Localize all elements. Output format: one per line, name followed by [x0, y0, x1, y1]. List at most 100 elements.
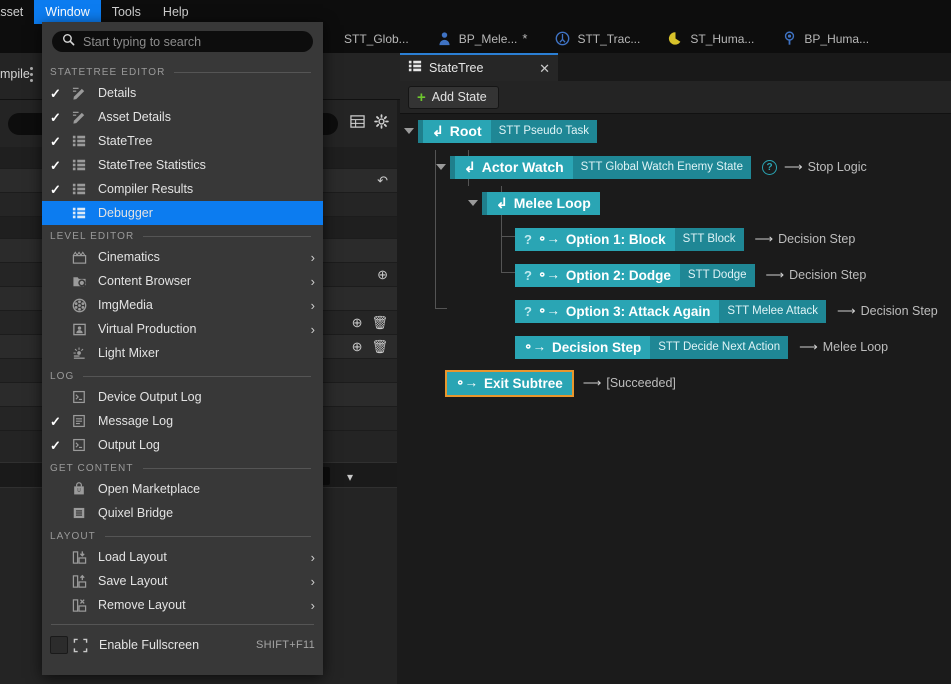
chevron-right-icon: ›: [310, 297, 315, 313]
menu-item-debugger[interactable]: Debugger: [42, 201, 323, 225]
state-transition[interactable]: ? ⟶ Stop Logic: [762, 159, 867, 175]
reset-icon[interactable]: ↶: [377, 174, 388, 187]
state-node-option-2-dodge[interactable]: ? ∘→ Option 2: Dodge STT Dodge: [515, 263, 755, 287]
details-pencil-icon: [72, 110, 98, 125]
menu-item-message-log[interactable]: ✓ Message Log: [42, 409, 323, 433]
state-node-option-3-attack-again[interactable]: ? ∘→ Option 3: Attack Again STT Melee At…: [515, 299, 826, 323]
add-element-icon[interactable]: ⊕: [352, 316, 363, 329]
menu-item-asset-details[interactable]: ✓ Asset Details: [42, 105, 323, 129]
asset-tab[interactable]: STT_Trac...: [541, 24, 654, 53]
menu-item-content-browser[interactable]: Content Browser ›: [42, 269, 323, 293]
menu-section-rule: [174, 72, 311, 73]
state-name-box: ? ∘→ Option 1: Block: [515, 227, 675, 251]
menubar-item-tools[interactable]: Tools: [101, 0, 152, 24]
menu-item-quixel-bridge[interactable]: Quixel Bridge: [42, 501, 323, 525]
asset-tab-label: BP_Huma...: [804, 31, 870, 46]
add-element-icon[interactable]: ⊕: [377, 268, 388, 281]
tree-row[interactable]: ? ∘→ Option 1: Block STT Block ⟶ Decisio…: [515, 227, 855, 251]
expand-caret-icon[interactable]: [436, 164, 446, 170]
menu-item-shortcut: SHIFT+F11: [255, 639, 315, 651]
menu-item-compiler-results[interactable]: ✓ Compiler Results: [42, 177, 323, 201]
menubar-item-window[interactable]: Window: [34, 0, 101, 24]
menubar-item-help[interactable]: Help: [152, 0, 200, 24]
arrow-right-icon: ⟶: [582, 375, 602, 390]
table-view-icon[interactable]: [350, 114, 365, 134]
menubar-item-asset[interactable]: Asset: [0, 0, 34, 24]
fullscreen-checkbox[interactable]: [50, 636, 68, 654]
menu-item-label: Content Browser: [98, 274, 192, 288]
tree-row[interactable]: ∘→ Exit Subtree ⟶ [Succeeded]: [445, 369, 676, 397]
menu-item-label: StateTree Statistics: [98, 158, 206, 172]
delete-icon[interactable]: 🗑: [371, 316, 388, 329]
menu-item-remove-layout[interactable]: Remove Layout ›: [42, 593, 323, 617]
settings-gear-icon[interactable]: [374, 114, 389, 134]
state-transition[interactable]: ⟶ Decision Step: [837, 303, 938, 319]
statetree-icon: [72, 134, 98, 148]
asset-tab-label: STT_Glob...: [344, 31, 409, 46]
search-icon: [62, 33, 75, 51]
tree-row[interactable]: ↲ Melee Loop: [468, 191, 600, 215]
asset-tab[interactable]: ST_Huma...: [654, 24, 768, 53]
tab-statetree-label: StateTree: [429, 61, 484, 75]
menu-item-details[interactable]: ✓ Details: [42, 81, 323, 105]
asset-tab[interactable]: STT_Glob...: [330, 24, 423, 53]
tree-guide-line: [435, 308, 447, 309]
menu-item-device-output-log[interactable]: Device Output Log: [42, 385, 323, 409]
tree-row[interactable]: ↲ Actor Watch STT Global Watch Enemy Sta…: [436, 155, 867, 179]
statetree-icon: [72, 182, 98, 196]
menu-section-rule: [104, 536, 311, 537]
menu-item-open-marketplace[interactable]: U Open Marketplace: [42, 477, 323, 501]
remove-layout-icon: [72, 598, 98, 613]
expand-caret-icon[interactable]: [468, 200, 478, 206]
menu-section-statetree-editor: STATETREE EDITOR: [42, 63, 323, 81]
state-name-box: ? ∘→ Option 2: Dodge: [515, 263, 680, 287]
statetree-icon: [72, 158, 98, 172]
asset-tab[interactable]: BP_Mele... *: [423, 24, 542, 53]
state-transition[interactable]: ⟶ [Succeeded]: [583, 375, 676, 391]
toolbar-overflow-icon[interactable]: [30, 67, 34, 85]
tree-row[interactable]: ∘→ Decision Step STT Decide Next Action …: [515, 335, 888, 359]
state-node-actor-watch[interactable]: ↲ Actor Watch STT Global Watch Enemy Sta…: [450, 155, 752, 179]
menu-item-load-layout[interactable]: Load Layout ›: [42, 545, 323, 569]
tab-statetree[interactable]: StateTree ✕: [400, 53, 558, 81]
menu-item-statetree[interactable]: ✓ StateTree: [42, 129, 323, 153]
close-icon[interactable]: ✕: [539, 62, 550, 75]
expand-caret-icon[interactable]: [404, 128, 414, 134]
arrow-right-icon: ⟶: [754, 231, 774, 246]
state-transition[interactable]: ⟶ Melee Loop: [799, 339, 888, 355]
state-node-root[interactable]: ↲ Root STT Pseudo Task: [418, 119, 597, 143]
menu-item-label: Asset Details: [98, 110, 171, 124]
statetree-canvas[interactable]: ↲ Root STT Pseudo Task ↲ Actor Watch STT…: [400, 114, 951, 684]
tree-row[interactable]: ? ∘→ Option 3: Attack Again STT Melee At…: [515, 299, 938, 323]
add-state-button[interactable]: + Add State: [408, 85, 499, 109]
state-name: Melee Loop: [513, 195, 591, 211]
state-transition[interactable]: ⟶ Decision Step: [755, 231, 856, 247]
state-node-melee-loop[interactable]: ↲ Melee Loop: [482, 191, 600, 215]
statetree-task-icon: [555, 31, 570, 46]
tree-row[interactable]: ? ∘→ Option 2: Dodge STT Dodge ⟶ Decisio…: [515, 263, 866, 287]
character-blueprint-icon: [437, 31, 452, 46]
menu-item-virtual-production[interactable]: Virtual Production ›: [42, 317, 323, 341]
menu-item-output-log[interactable]: ✓ Output Log: [42, 433, 323, 457]
delete-icon[interactable]: 🗑: [371, 340, 388, 353]
menu-item-save-layout[interactable]: Save Layout ›: [42, 569, 323, 593]
svg-text:U: U: [77, 488, 81, 494]
menu-search-input[interactable]: Start typing to search: [52, 31, 313, 52]
menu-item-light-mixer[interactable]: Light Mixer: [42, 341, 323, 365]
menu-item-cinematics[interactable]: Cinematics ›: [42, 245, 323, 269]
window-dropdown-menu: Start typing to search STATETREE EDITOR …: [42, 22, 323, 675]
compile-button-clipped[interactable]: mpile: [0, 67, 30, 81]
menu-section-label: STATETREE EDITOR: [50, 67, 166, 78]
add-element-icon[interactable]: ⊕: [352, 340, 363, 353]
state-node-decision-step[interactable]: ∘→ Decision Step STT Decide Next Action: [515, 335, 789, 359]
menu-item-statetree-statistics[interactable]: ✓ StateTree Statistics: [42, 153, 323, 177]
console-log-icon: [72, 438, 98, 452]
state-node-option-1-block[interactable]: ? ∘→ Option 1: Block STT Block: [515, 227, 744, 251]
state-transition[interactable]: ⟶ Decision Step: [766, 267, 867, 283]
state-node-exit-subtree[interactable]: ∘→ Exit Subtree: [445, 369, 574, 397]
menu-item-enable-fullscreen[interactable]: Enable Fullscreen SHIFT+F11: [42, 631, 323, 659]
menu-item-imgmedia[interactable]: ImgMedia ›: [42, 293, 323, 317]
asset-tab[interactable]: BP_Huma...: [768, 24, 883, 53]
tree-row[interactable]: ↲ Root STT Pseudo Task: [404, 119, 597, 143]
chevron-down-icon[interactable]: ▾: [347, 470, 353, 484]
